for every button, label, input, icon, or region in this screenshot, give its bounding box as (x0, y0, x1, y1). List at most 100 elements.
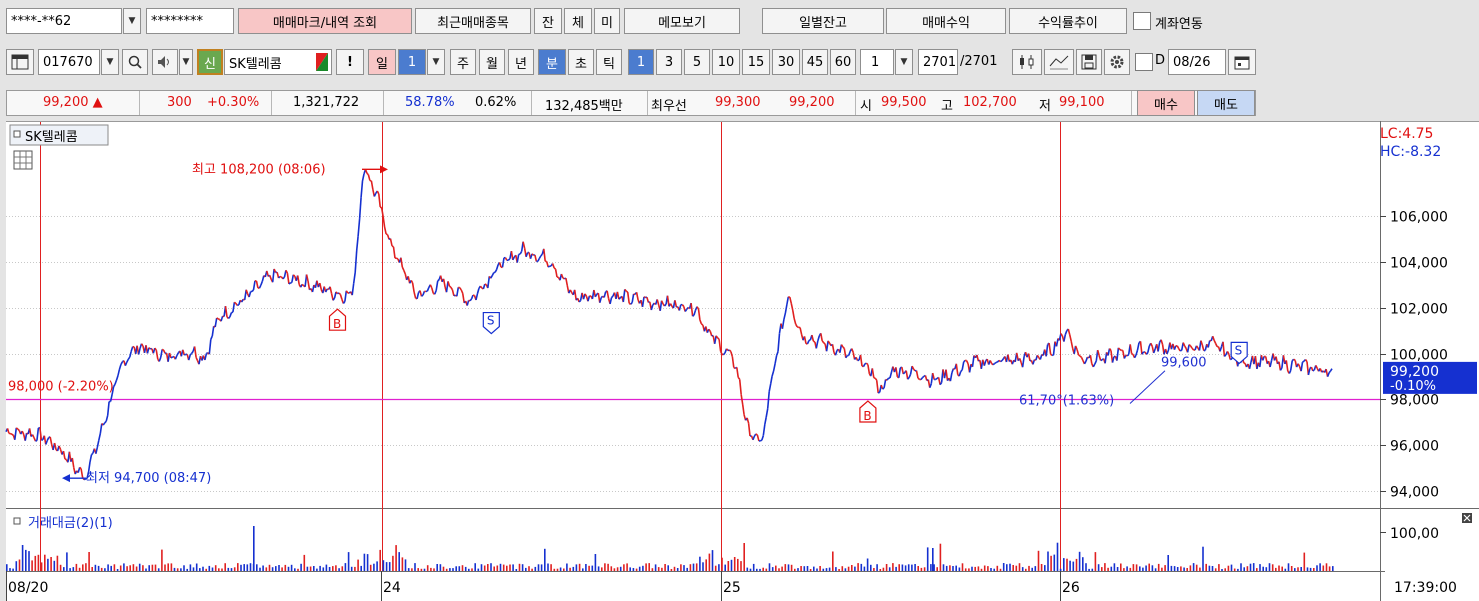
low-annotation: 최저 94,700 (08:47) (86, 471, 211, 486)
volume-bar (904, 565, 907, 571)
stock-code-dropdown-icon[interactable]: ▼ (101, 49, 119, 75)
close-icon[interactable] (1462, 513, 1472, 523)
minute-option-3[interactable]: 3 (656, 49, 682, 75)
stock-name-field[interactable]: SK텔레콤 (224, 49, 332, 75)
minute-option-10[interactable]: 10 (712, 49, 740, 75)
quote-low-label: 저 (1039, 99, 1051, 114)
account-select[interactable]: ****-**62 (6, 8, 122, 34)
trade-mark-query-button[interactable]: 매매마크/내역 조회 (238, 8, 412, 34)
period-count-dropdown-icon[interactable]: ▼ (427, 49, 445, 75)
volume-bar (898, 564, 900, 571)
price-segment (217, 318, 220, 321)
buy-button[interactable]: 매수 (1137, 90, 1195, 116)
volume-bar (1313, 568, 1315, 571)
volume-bar (1189, 565, 1192, 571)
gear-icon[interactable] (1104, 49, 1130, 75)
period-count-select[interactable]: 1 (398, 49, 426, 75)
sell-button[interactable]: 매도 (1197, 90, 1255, 116)
date-input[interactable]: 08/26 (1168, 49, 1226, 75)
price-segment (877, 391, 881, 394)
unit-input[interactable]: 1 (860, 49, 894, 75)
volume-bar (746, 567, 749, 571)
volume-bar (110, 565, 112, 571)
minute-option-1[interactable]: 1 (628, 49, 654, 75)
trade-profit-button[interactable]: 매매수익 (886, 8, 1006, 34)
volume-bar (892, 563, 894, 571)
period-week-button[interactable]: 주 (450, 49, 476, 75)
volume-bar (458, 566, 461, 571)
volume-bar (870, 564, 872, 571)
stock-code-input[interactable]: 017670 (38, 49, 100, 75)
price-chart[interactable]: 98,000 (-2.20%) 99,600 61,70°(1.63%) B S B… (0, 121, 1479, 601)
layout-icon[interactable] (6, 49, 34, 75)
minute-option-15[interactable]: 15 (742, 49, 770, 75)
trendline-icon[interactable] (1044, 49, 1074, 75)
volume-bar (711, 550, 714, 571)
recent-items-button[interactable]: 최근매매종목 (415, 8, 531, 34)
calendar-icon[interactable] (1228, 49, 1256, 75)
credit-sin-badge[interactable]: 신 (197, 49, 223, 75)
volume-bar (680, 564, 682, 571)
grid-toggle-icon[interactable] (13, 150, 33, 170)
password-field[interactable]: ******** (146, 8, 234, 34)
memo-button[interactable]: 메모보기 (624, 8, 740, 34)
period-year-button[interactable]: 년 (508, 49, 534, 75)
period-day-button[interactable]: 일 (368, 49, 396, 75)
volume-bar (1237, 568, 1239, 571)
price-segment (610, 295, 614, 299)
price-segment (35, 439, 38, 442)
yield-trend-button[interactable]: 수익률추이 (1009, 8, 1127, 34)
period-month-button[interactable]: 월 (479, 49, 505, 75)
warning-button[interactable]: ! (336, 49, 364, 75)
minute-option-5[interactable]: 5 (684, 49, 710, 75)
unfilled-mi-button[interactable]: 미 (594, 8, 620, 34)
volume-bar (771, 567, 774, 571)
price-segment (391, 245, 394, 248)
price-segment (104, 420, 107, 424)
volume-bar (1300, 567, 1302, 571)
daily-balance-button[interactable]: 일별잔고 (762, 8, 884, 34)
data-count-input[interactable]: 2701 (918, 49, 958, 75)
volume-bar (582, 568, 584, 571)
save-icon[interactable] (1076, 49, 1102, 75)
volume-bar (654, 564, 657, 571)
minute-option-30[interactable]: 30 (772, 49, 800, 75)
volume-bar (1281, 566, 1283, 571)
price-segment (681, 304, 685, 307)
price-segment (90, 452, 94, 456)
price-segment (237, 304, 240, 307)
volume-title-box: 거래대금(2)(1) (13, 516, 113, 531)
speaker-dropdown-icon[interactable]: ▼ (179, 49, 193, 75)
volume-bar (803, 566, 806, 571)
volume-bar (851, 565, 853, 571)
unit-dropdown-icon[interactable]: ▼ (895, 49, 913, 75)
volume-bar (142, 565, 144, 571)
volume-bar (1142, 567, 1144, 571)
period-minute-button[interactable]: 분 (538, 49, 566, 75)
account-link-checkbox[interactable] (1133, 12, 1151, 30)
filled-che-button[interactable]: 체 (564, 8, 592, 34)
period-second-button[interactable]: 초 (568, 49, 594, 75)
volume-bar (800, 566, 802, 571)
period-tick-button[interactable]: 틱 (596, 49, 622, 75)
date-checkbox[interactable] (1135, 53, 1153, 71)
volume-bar (154, 564, 157, 571)
volume-bar (920, 567, 923, 571)
minute-option-60[interactable]: 60 (830, 49, 856, 75)
balance-jan-button[interactable]: 잔 (534, 8, 562, 34)
volume-bar (1075, 558, 1078, 571)
volume-bar (968, 568, 970, 571)
data-count-total: /2701 (960, 54, 998, 69)
minute-option-45[interactable]: 45 (802, 49, 828, 75)
search-icon[interactable] (122, 49, 148, 75)
volume-bar (1306, 567, 1309, 571)
candle-icon[interactable] (1012, 49, 1042, 75)
volume-bar (297, 568, 299, 571)
volume-bar (455, 566, 457, 571)
account-dropdown-icon[interactable]: ▼ (123, 8, 141, 34)
volume-bar (303, 554, 306, 571)
volume-bar (1211, 566, 1214, 571)
speaker-icon[interactable] (152, 49, 178, 75)
volume-bar (1015, 565, 1018, 571)
volume-bar (1256, 568, 1258, 571)
